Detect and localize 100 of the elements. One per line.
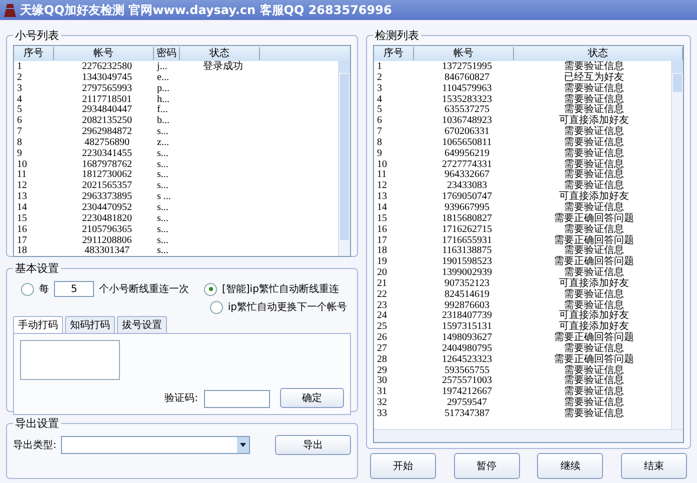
count-field[interactable]: 5: [54, 281, 94, 297]
tab[interactable]: 手动打码: [13, 316, 63, 333]
table-cell: 11: [377, 169, 387, 180]
table-cell: 可直接添加好友: [559, 115, 629, 126]
table-cell: 18: [17, 245, 27, 256]
table-cell: 2797565993: [82, 82, 132, 94]
table-cell: 4: [377, 94, 382, 105]
table-cell: h...: [157, 94, 170, 105]
table-cell: 1372751995: [442, 61, 492, 72]
table-cell: 需要验证信息: [564, 224, 624, 235]
tab[interactable]: 拔号设置: [117, 316, 167, 333]
table-cell: s...: [157, 126, 168, 138]
table-cell: 29: [377, 364, 387, 376]
export-button[interactable]: 导出: [275, 435, 351, 455]
table-cell: 需要正确回答问题: [554, 332, 634, 344]
column-header[interactable]: 状态: [180, 47, 260, 60]
table-cell: 1498093627: [442, 332, 492, 344]
table-cell: 26: [377, 332, 387, 344]
table-cell: 1: [17, 61, 22, 72]
table-cell: s...: [157, 245, 168, 256]
table-cell: 23433083: [447, 180, 487, 192]
table-cell: 649956219: [444, 148, 490, 159]
radio-button[interactable]: [204, 282, 217, 296]
table-cell: 1065650811: [442, 136, 492, 148]
table-cell: 2911208806: [82, 234, 132, 246]
table-cell: 16: [377, 224, 387, 235]
table-cell: s...: [157, 180, 168, 192]
table-cell: e...: [157, 72, 169, 83]
table-cell: 17: [17, 234, 27, 246]
table-cell: 1974212667: [442, 386, 492, 398]
radio-button[interactable]: [21, 282, 34, 296]
table-cell: 1104579963: [442, 82, 492, 94]
scrollbar[interactable]: [374, 429, 683, 442]
captcha-field[interactable]: [204, 390, 270, 408]
table-cell: 18: [377, 245, 387, 256]
radio-button[interactable]: [210, 300, 223, 314]
table-cell: 需要验证信息: [564, 342, 624, 354]
action-button[interactable]: 结束: [620, 453, 687, 479]
table-cell: 25: [377, 321, 387, 332]
table-cell: 2021565357: [82, 180, 132, 192]
column-header[interactable]: 状态: [514, 47, 683, 60]
action-button[interactable]: 继续: [537, 453, 604, 479]
table-cell: 10: [17, 158, 27, 170]
table-cell: 8: [17, 136, 22, 148]
table-cell: 1036748923: [442, 115, 492, 126]
tab[interactable]: 知码打码: [65, 316, 115, 333]
table-cell: 已经互为好友: [564, 72, 624, 83]
table-cell: s...: [157, 224, 168, 235]
table-cell: s...: [157, 158, 168, 170]
table-cell: 可直接添加好友: [559, 191, 629, 202]
table-cell: 14: [17, 202, 27, 213]
table-cell: 2304470952: [82, 202, 132, 213]
column-header[interactable]: 帐号: [54, 47, 154, 60]
export-type-dropdown[interactable]: [61, 436, 250, 454]
table-cell: 5: [17, 104, 22, 116]
table-cell: 需要验证信息: [564, 148, 624, 159]
table-cell: 需要正确回答问题: [554, 256, 634, 268]
column-header[interactable]: 密码: [154, 47, 180, 60]
table-cell: 1399002939: [442, 267, 492, 278]
scrollbar[interactable]: [338, 61, 350, 256]
group-title: 导出设置: [14, 416, 60, 431]
table-cell: 2082135250: [82, 115, 132, 126]
action-button[interactable]: 开始: [370, 453, 436, 479]
table-cell: 20: [377, 267, 387, 278]
table-cell: 17: [377, 234, 387, 246]
table-cell: 2575571003: [442, 375, 492, 386]
table-cell: 482756890: [84, 136, 130, 148]
table-cell: 2105796365: [82, 224, 132, 235]
confirm-button[interactable]: 确定: [280, 388, 344, 408]
table-cell: 15: [377, 212, 387, 224]
dropdown-arrow-icon: [240, 443, 246, 447]
table-cell: 31: [377, 386, 387, 398]
table-cell: 需要验证信息: [564, 180, 624, 192]
table-cell: s...: [157, 234, 168, 246]
table-cell: 2963373895: [82, 191, 132, 202]
table-cell: 登录成功: [203, 61, 243, 72]
table-cell: 1597315131: [442, 321, 492, 332]
column-header[interactable]: 序号: [14, 47, 54, 60]
scrollbar[interactable]: [671, 61, 683, 429]
column-header[interactable]: 帐号: [414, 47, 514, 60]
table-cell: 10: [377, 158, 387, 170]
table-cell: 需要正确回答问题: [554, 234, 634, 246]
table-cell: 1716655931: [442, 234, 492, 246]
table-cell: 1264523323: [442, 354, 492, 365]
table-cell: 15: [17, 212, 27, 224]
column-header[interactable]: 序号: [374, 47, 414, 60]
table-cell: 19: [377, 256, 387, 268]
table-cell: 6: [17, 115, 22, 126]
table-cell: 2404980795: [442, 342, 492, 354]
table-cell: 9: [17, 148, 22, 159]
action-button[interactable]: 暂停: [454, 453, 520, 479]
table-cell: j...: [157, 61, 168, 72]
table-cell: 需要验证信息: [564, 364, 624, 376]
table-cell: 12: [377, 180, 387, 192]
radio-label: [智能]ip繁忙自动断线重连: [222, 282, 339, 296]
table-cell: 需要验证信息: [564, 169, 624, 180]
table-cell: 2117718501: [82, 94, 132, 105]
table-cell: 需要验证信息: [564, 408, 624, 419]
table-cell: s...: [157, 148, 168, 159]
table-cell: 需要验证信息: [564, 300, 624, 311]
